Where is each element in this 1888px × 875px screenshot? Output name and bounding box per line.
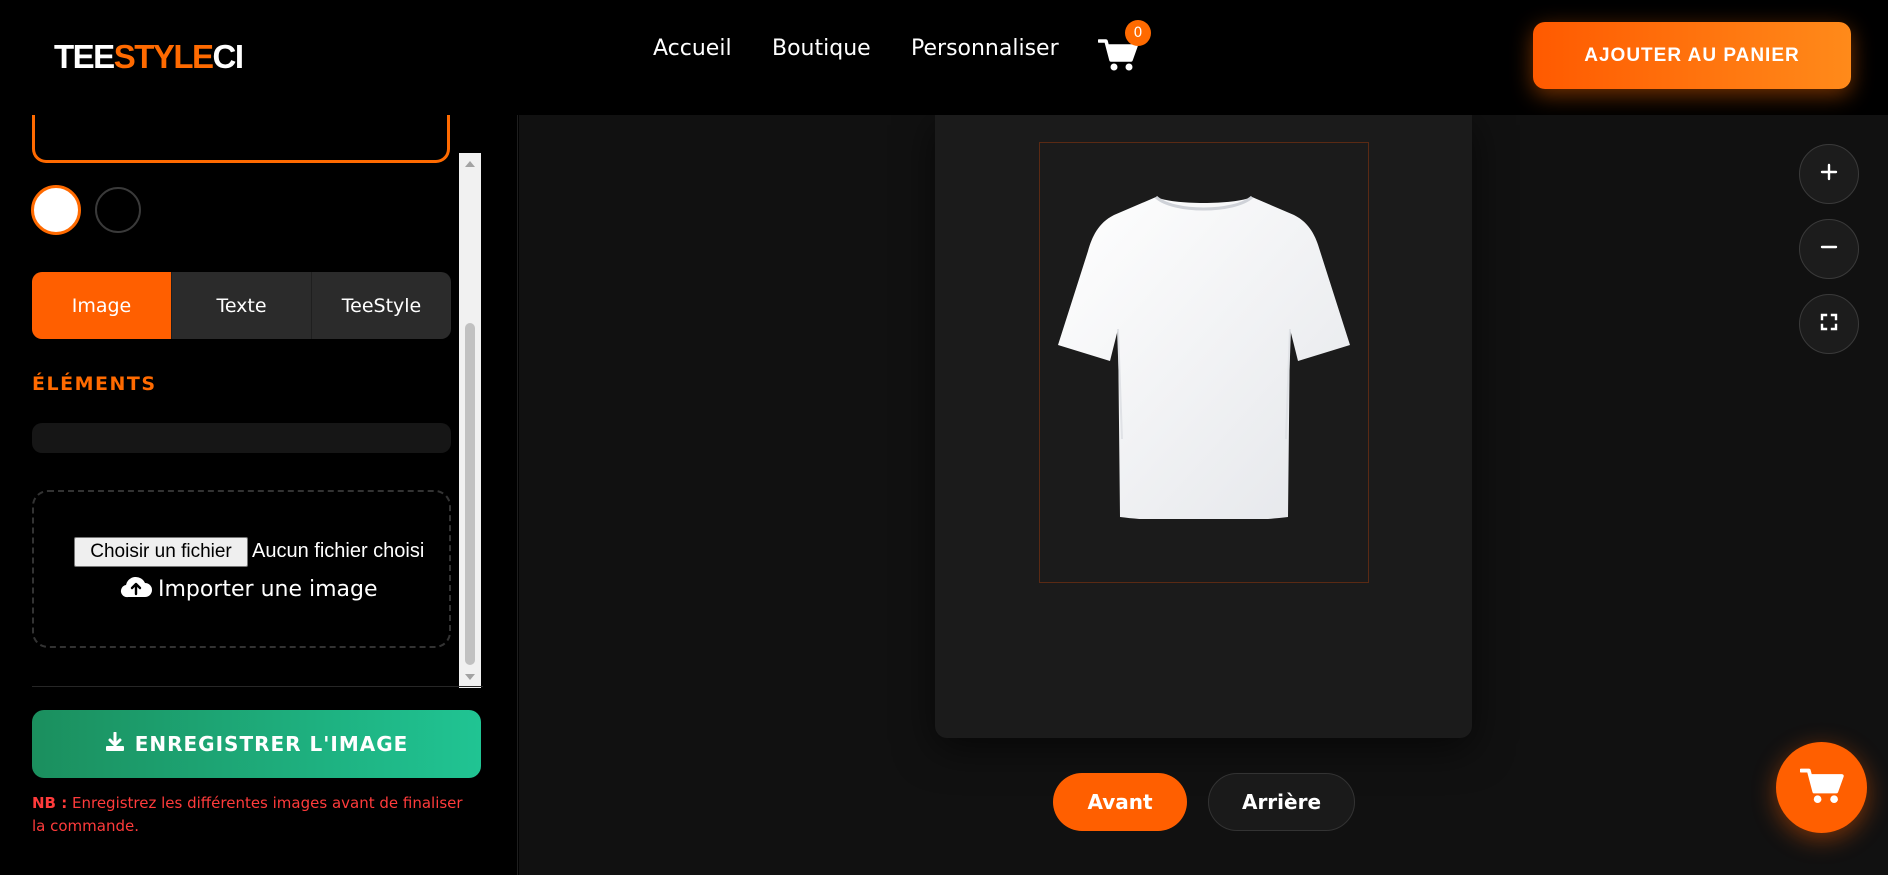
upload-image-label[interactable]: Importer une image [120,574,378,604]
elements-list [32,423,451,453]
tab-image[interactable]: Image [32,272,172,339]
zoom-in-icon [1820,163,1838,185]
upload-image-text: Importer une image [158,576,378,602]
save-note: NB : Enregistrez les différentes images … [32,792,472,838]
design-tabs: Image Texte TeeStyle [32,272,451,339]
size-select-field[interactable] [32,115,450,163]
image-upload-dropzone[interactable]: Choisir un fichier Aucun fichier choisi … [32,490,451,648]
cart-icon-floating [1798,767,1844,809]
tab-texte[interactable]: Texte [172,272,312,339]
color-swatch-white[interactable] [31,185,81,235]
scroll-up-arrow-icon[interactable] [465,161,475,167]
sidebar-scrollbar[interactable] [459,153,481,688]
logo[interactable]: TEESTYLECI [54,38,245,76]
cloud-upload-icon [120,574,152,604]
scrollbar-thumb[interactable] [465,323,475,665]
nav-link-accueil[interactable]: Accueil [653,36,732,61]
cart-count-badge: 0 [1125,20,1151,46]
logo-text-ci: CI [212,38,245,75]
zoom-in-button[interactable] [1799,144,1859,204]
header: TEESTYLECI Accueil Boutique Personnalise… [0,0,1888,115]
logo-text-tee: TEE [54,38,115,75]
design-canvas-area: Avant Arrière [519,115,1888,875]
customizer-sidebar: Image Texte TeeStyle ÉLÉMENTS Choisir un… [0,115,518,875]
floating-cart-button[interactable] [1776,742,1867,833]
sidebar-divider [32,686,483,687]
print-area[interactable] [1039,142,1369,583]
note-text: Enregistrez les différentes images avant… [32,794,463,835]
download-icon [105,731,125,757]
save-image-label: ENREGISTRER L'IMAGE [134,732,409,756]
view-front-button[interactable]: Avant [1053,773,1187,831]
file-status-text: Aucun fichier choisi [252,540,425,562]
save-image-button[interactable]: ENREGISTRER L'IMAGE [32,710,481,778]
nav-link-boutique[interactable]: Boutique [772,36,871,61]
nav-link-personnaliser[interactable]: Personnaliser [911,36,1059,61]
tab-teestyle[interactable]: TeeStyle [312,272,451,339]
fullscreen-button[interactable] [1799,294,1859,354]
color-swatch-black[interactable] [95,187,141,233]
choose-file-button[interactable]: Choisir un fichier [74,537,248,567]
scroll-down-arrow-icon[interactable] [465,674,475,680]
elements-heading: ÉLÉMENTS [32,373,157,395]
zoom-out-icon [1820,238,1838,260]
note-prefix: NB : [32,794,68,812]
tshirt-image [1058,195,1350,519]
fullscreen-icon [1820,313,1838,335]
logo-text-style: STYLE [113,38,214,75]
view-back-button[interactable]: Arrière [1208,773,1355,831]
product-preview-card [935,115,1472,738]
zoom-out-button[interactable] [1799,219,1859,279]
add-to-cart-button[interactable]: AJOUTER AU PANIER [1533,22,1851,89]
